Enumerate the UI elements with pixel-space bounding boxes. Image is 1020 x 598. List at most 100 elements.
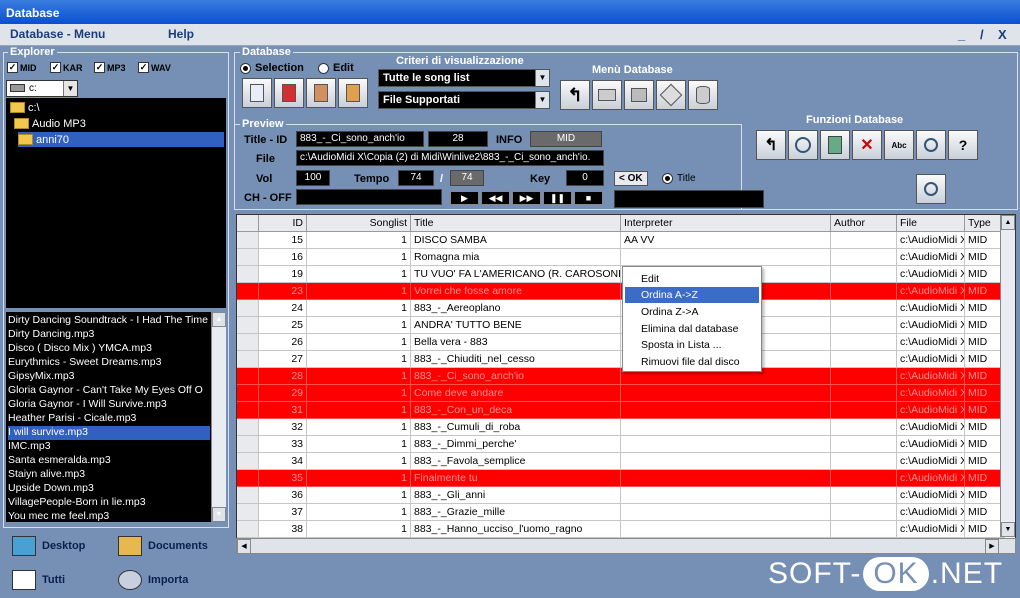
list-item[interactable]: Gloria Gaynor - I Will Survive.mp3 xyxy=(8,398,210,412)
database-button[interactable] xyxy=(688,80,718,110)
table-vertical-scrollbar[interactable]: ▲ ▼ xyxy=(1000,215,1015,537)
id-field[interactable]: 28 xyxy=(428,131,488,147)
search-field[interactable] xyxy=(614,190,764,208)
table-row[interactable]: 36 1 883_-_Gli_anni c:\AudioMidi X MID xyxy=(237,487,1005,504)
table-row[interactable]: 27 1 883_-_Chiuditi_nel_cesso c:\AudioMidi … xyxy=(237,351,1005,368)
file-list[interactable]: Dirty Dancing Soundtrack - I Had The Tim… xyxy=(6,312,226,522)
list-item[interactable]: GipsyMix.mp3 xyxy=(8,370,210,384)
menu-item-move-to-list[interactable]: Sposta in Lista ... xyxy=(625,337,759,353)
new-songlist-button[interactable] xyxy=(242,78,272,108)
tree-item-audio-mp3[interactable]: Audio MP3 xyxy=(14,116,86,131)
column-header-songlist[interactable]: Songlist xyxy=(307,215,411,232)
folder-tree[interactable]: c:\ Audio MP3 anni70 xyxy=(6,98,226,308)
scroll-down-icon[interactable]: ▼ xyxy=(1001,522,1015,537)
column-header-file[interactable]: File xyxy=(897,215,965,232)
radio-on-icon[interactable] xyxy=(662,173,673,184)
file-path-field[interactable]: c:\AudioMidi X\Copia (2) di Midi\Winlive… xyxy=(296,150,604,166)
back-button[interactable]: ↰ xyxy=(560,80,590,110)
chevron-down-icon[interactable]: ▼ xyxy=(535,92,549,108)
ch-off-field[interactable] xyxy=(296,189,442,205)
table-row[interactable]: 29 1 Come deve andare c:\AudioMidi X MID xyxy=(237,385,1005,402)
drive-select[interactable]: c: ▼ xyxy=(6,80,78,97)
column-header-interpreter[interactable]: Interpreter xyxy=(621,215,831,232)
list-item[interactable]: Gloria Gaynor - Can't Take My Eyes Off O xyxy=(8,384,210,398)
column-header-author[interactable]: Author xyxy=(831,215,897,232)
cell-sel[interactable] xyxy=(237,470,259,487)
save-db-button[interactable] xyxy=(624,80,654,110)
check-icon[interactable]: ✓ xyxy=(138,62,149,73)
nav-documents-button[interactable]: Documents xyxy=(118,536,208,556)
play-button[interactable]: ▶ xyxy=(450,191,479,205)
radio-on-icon[interactable] xyxy=(240,62,251,74)
table-row[interactable]: 26 1 Bella vera - 883 c:\AudioMidi X MID xyxy=(237,334,1005,351)
list-item[interactable]: VillagePeople-Born in lie.mp3 xyxy=(8,496,210,510)
close-button[interactable]: X xyxy=(998,27,1007,42)
column-header-type[interactable]: Type xyxy=(965,215,1005,232)
cell-sel[interactable] xyxy=(237,317,259,334)
list-item[interactable]: Upside Down.mp3 xyxy=(8,482,210,496)
cell-sel[interactable] xyxy=(237,368,259,385)
scroll-up-icon[interactable]: ▲ xyxy=(212,312,226,327)
func-help-button[interactable]: ? xyxy=(948,130,978,160)
check-icon[interactable]: ✓ xyxy=(94,62,105,73)
func-spellcheck-button[interactable]: Abc xyxy=(884,130,914,160)
pause-button[interactable]: ❚❚ xyxy=(543,191,572,205)
table-row[interactable]: 34 1 883_-_Favola_semplice c:\AudioMidi X MI… xyxy=(237,453,1005,470)
list-item[interactable]: Dirty Dancing.mp3 xyxy=(8,328,210,342)
nav-desktop-button[interactable]: Desktop xyxy=(12,536,85,556)
find-button[interactable] xyxy=(916,174,946,204)
title-field[interactable]: 883_-_Ci_sono_anch'io xyxy=(296,131,424,147)
menu-item-delete-from-db[interactable]: Elimina dal database xyxy=(625,321,759,337)
table-row[interactable]: 32 1 883_-_Cumuli_di_roba c:\AudioMidi X MID xyxy=(237,419,1005,436)
scroll-up-icon[interactable]: ▲ xyxy=(1001,215,1015,230)
menu-item-sort-desc[interactable]: Ordina Z->A xyxy=(625,304,759,320)
cell-sel[interactable] xyxy=(237,232,259,249)
column-header-title[interactable]: Title xyxy=(411,215,621,232)
list-item[interactable]: You mec me feel.mp3 xyxy=(8,510,210,522)
menu-database[interactable]: Database - Menu xyxy=(10,27,105,41)
criteria-songlist-select[interactable]: Tutte le song list ▼ xyxy=(378,69,550,87)
filter-mid[interactable]: ✓ MID xyxy=(7,62,37,73)
cell-sel[interactable] xyxy=(237,402,259,419)
func-recycle-button[interactable] xyxy=(820,130,850,160)
cell-sel[interactable] xyxy=(237,351,259,368)
nav-tutti-button[interactable]: Tutti xyxy=(12,570,65,590)
import-songlist-button[interactable] xyxy=(306,78,336,108)
func-delete-button[interactable]: ✕ xyxy=(852,130,882,160)
songs-table[interactable]: ID Songlist Title Interpreter Author Fil… xyxy=(236,214,1016,554)
ok-button[interactable]: < OK xyxy=(614,171,648,186)
clear-db-button[interactable] xyxy=(656,80,686,110)
column-header-id[interactable]: ID xyxy=(259,215,307,232)
nav-importa-button[interactable]: Importa xyxy=(118,570,188,590)
chevron-down-icon[interactable]: ▼ xyxy=(63,81,77,96)
vol-field[interactable]: 100 xyxy=(296,170,330,186)
scroll-right-icon[interactable]: ▶ xyxy=(985,539,999,554)
delete-songlist-button[interactable] xyxy=(274,78,304,108)
filter-kar[interactable]: ✓ KAR xyxy=(50,62,83,73)
export-songlist-button[interactable] xyxy=(338,78,368,108)
minimize-button[interactable]: _ xyxy=(958,27,965,42)
func-search-button[interactable] xyxy=(916,130,946,160)
tree-item-root[interactable]: c:\ xyxy=(10,100,40,115)
mode-selection-radio[interactable]: Selection xyxy=(240,62,304,74)
tree-item-anni70[interactable]: anni70 xyxy=(18,132,224,147)
list-item[interactable]: Heather Parisi - Cicale.mp3 xyxy=(8,412,210,426)
list-item[interactable]: IMC.mp3 xyxy=(8,440,210,454)
list-item[interactable]: Eurythmics - Sweet Dreams.mp3 xyxy=(8,356,210,370)
filter-wav[interactable]: ✓ WAV xyxy=(138,62,171,73)
table-row[interactable]: 24 1 883_-_Aereoplano c:\AudioMidi X MID xyxy=(237,300,1005,317)
menu-item-remove-from-disk[interactable]: Rimuovi file dal disco xyxy=(625,354,759,370)
table-row[interactable]: 23 1 Vorrei che fosse amore c:\AudioMidi XM… xyxy=(237,283,1005,300)
cell-sel[interactable] xyxy=(237,300,259,317)
menu-help[interactable]: Help xyxy=(168,27,194,41)
restore-button[interactable]: / xyxy=(980,27,984,42)
table-row[interactable]: 33 1 883_-_Dimmi_perche' c:\AudioMidi X MID xyxy=(237,436,1005,453)
table-row[interactable]: 31 1 883_-_Con_un_deca c:\AudioMidi X MID xyxy=(237,402,1005,419)
title-radio[interactable]: Title xyxy=(662,173,696,184)
cell-sel[interactable] xyxy=(237,487,259,504)
cell-sel[interactable] xyxy=(237,521,259,538)
tempo-field[interactable]: 74 xyxy=(398,170,434,186)
mode-edit-radio[interactable]: Edit xyxy=(318,62,354,74)
cell-sel[interactable] xyxy=(237,249,259,266)
stop-button[interactable]: ■ xyxy=(574,191,603,205)
